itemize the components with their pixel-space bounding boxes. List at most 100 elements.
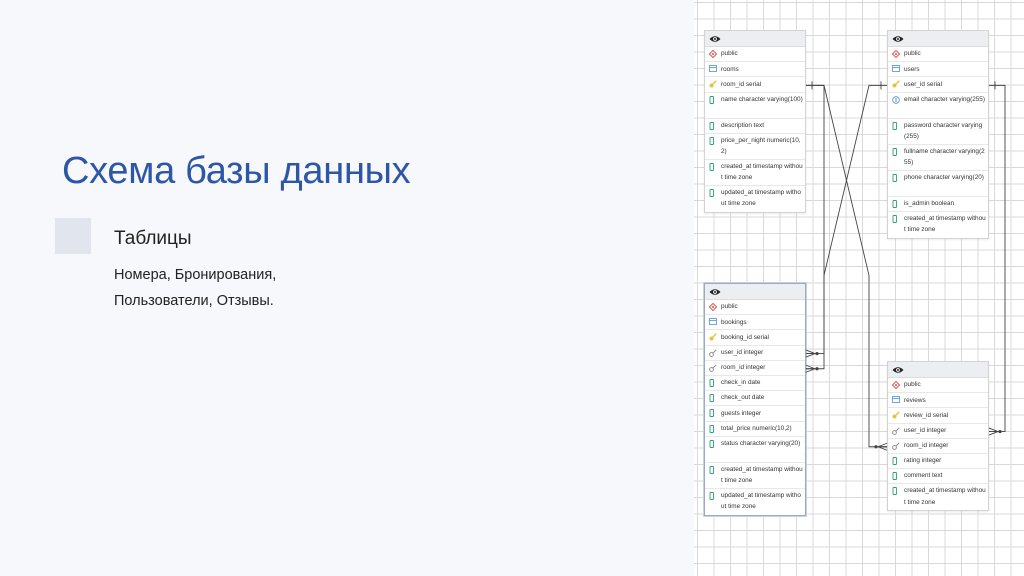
column-row-text: check_in date — [721, 379, 761, 387]
column-icon — [892, 173, 900, 182]
column-row[interactable]: created_at timestamp without time zone — [888, 212, 988, 238]
key-icon — [709, 333, 717, 341]
column-row-text: description text — [721, 121, 764, 129]
column-row-text: check_out date — [721, 394, 765, 402]
table-icon — [709, 318, 717, 326]
column-row[interactable]: check_in date — [705, 376, 805, 392]
column-row[interactable]: status character varying(20) — [705, 437, 805, 463]
column-row[interactable]: created_at timestamp without time zone — [705, 463, 805, 489]
column-row-text: created_at timestamp without time zone — [904, 214, 986, 234]
table-bookings[interactable]: public bookings booking_id serial user_id i… — [704, 283, 806, 516]
column-row[interactable]: price_per_night numeric(10,2) — [705, 134, 805, 160]
column-row-text: updated_at timestamp without time zone — [721, 188, 801, 208]
schema-icon — [892, 50, 900, 59]
column-row[interactable]: created_at timestamp without time zone — [705, 160, 805, 186]
table-name-row-text: users — [904, 65, 920, 73]
schema-row[interactable]: public — [888, 47, 988, 63]
column-row-text: user_id integer — [721, 348, 764, 356]
column-row[interactable]: email character varying(255) — [888, 93, 988, 119]
column-row[interactable]: updated_at timestamp without time zone — [705, 489, 805, 515]
column-icon — [892, 147, 900, 156]
table-name-row[interactable]: bookings — [705, 315, 805, 331]
column-row-text: room_id integer — [721, 364, 766, 372]
column-icon — [709, 379, 717, 387]
column-row-text: password character varying(255) — [904, 121, 983, 141]
table-name-row[interactable]: users — [888, 62, 988, 78]
table-rooms[interactable]: public rooms room_id serial name character … — [704, 30, 806, 213]
table-name-row[interactable]: rooms — [705, 62, 805, 78]
eye-icon[interactable] — [892, 35, 904, 43]
column-row[interactable]: user_id integer — [705, 346, 805, 361]
eye-icon[interactable] — [709, 288, 721, 296]
column-row[interactable]: user_id integer — [888, 424, 988, 439]
table-icon — [892, 396, 900, 404]
column-row[interactable]: check_out date — [705, 391, 805, 407]
column-icon — [892, 457, 900, 465]
column-row[interactable]: total_price numeric(10,2) — [705, 422, 805, 437]
column-icon — [709, 465, 717, 474]
column-row[interactable]: review_id serial — [888, 408, 988, 424]
table-reviews[interactable]: public reviews review_id serial user_id int… — [887, 361, 989, 512]
column-row-text: review_id serial — [904, 411, 949, 419]
table-header[interactable] — [705, 31, 805, 47]
foreign-key-icon — [892, 427, 900, 435]
table-users[interactable]: public users user_id serial email character… — [887, 30, 989, 239]
schema-row[interactable]: public — [705, 47, 805, 63]
key-icon — [892, 411, 900, 419]
column-row[interactable]: updated_at timestamp without time zone — [705, 186, 805, 212]
column-row-text: updated_at timestamp without time zone — [721, 491, 801, 511]
column-row[interactable]: fullname character varying(255) — [888, 145, 988, 171]
column-row-text: price_per_night numeric(10,2) — [721, 136, 801, 156]
column-row-text: is_admin boolean — [904, 199, 955, 207]
table-header[interactable] — [888, 362, 988, 378]
schema-row[interactable]: public — [705, 300, 805, 316]
eye-icon[interactable] — [892, 366, 904, 374]
column-row-text: name character varying(100) — [721, 95, 803, 103]
column-row-text: status character varying(20) — [721, 439, 801, 447]
column-icon — [709, 95, 717, 104]
column-row[interactable]: room_id integer — [705, 361, 805, 376]
column-row[interactable]: booking_id serial — [705, 330, 805, 346]
column-row[interactable]: created_at timestamp without time zone — [888, 484, 988, 510]
column-row[interactable]: room_id integer — [888, 439, 988, 454]
schema-row-text: public — [721, 303, 738, 311]
column-row-text: created_at timestamp without time zone — [904, 487, 986, 506]
column-row[interactable]: phone character varying(20) — [888, 171, 988, 197]
column-row[interactable]: name character varying(100) — [705, 93, 805, 119]
column-row[interactable]: room_id serial — [705, 77, 805, 93]
schema-icon — [709, 303, 717, 312]
column-row[interactable]: user_id serial — [888, 77, 988, 93]
table-name-row[interactable]: reviews — [888, 393, 988, 409]
schema-row-text: public — [904, 50, 921, 58]
schema-row[interactable]: public — [888, 378, 988, 394]
column-row[interactable]: password character varying(255) — [888, 119, 988, 145]
bullet-marker — [55, 218, 91, 254]
column-row-text: total_price numeric(10,2) — [721, 424, 792, 432]
column-row[interactable]: guests integer — [705, 406, 805, 422]
column-icon — [709, 409, 717, 418]
column-icon — [892, 214, 900, 223]
table-header[interactable] — [705, 284, 805, 300]
column-row-text: rating integer — [904, 457, 942, 465]
column-icon — [892, 199, 900, 208]
column-row-text: guests integer — [721, 409, 762, 417]
bullet-text-line-1: Номера, Бронирования, — [114, 267, 277, 283]
column-row-text: phone character varying(20) — [904, 173, 984, 181]
foreign-key-icon — [892, 442, 900, 450]
table-icon — [892, 65, 900, 73]
column-icon — [892, 472, 900, 481]
column-icon — [709, 424, 717, 433]
foreign-key-icon — [709, 349, 717, 357]
table-name-row-text: reviews — [904, 396, 926, 404]
table-header[interactable] — [888, 31, 988, 47]
eye-icon[interactable] — [709, 35, 721, 43]
column-row[interactable]: description text — [705, 119, 805, 134]
column-row[interactable]: is_admin boolean — [888, 197, 988, 212]
key-icon — [709, 80, 717, 88]
column-row[interactable]: comment text — [888, 469, 988, 485]
column-row-text: user_id integer — [904, 426, 947, 434]
table-icon — [709, 65, 717, 73]
column-row[interactable]: rating integer — [888, 454, 988, 470]
column-icon — [709, 162, 717, 171]
foreign-key-icon — [709, 364, 717, 372]
